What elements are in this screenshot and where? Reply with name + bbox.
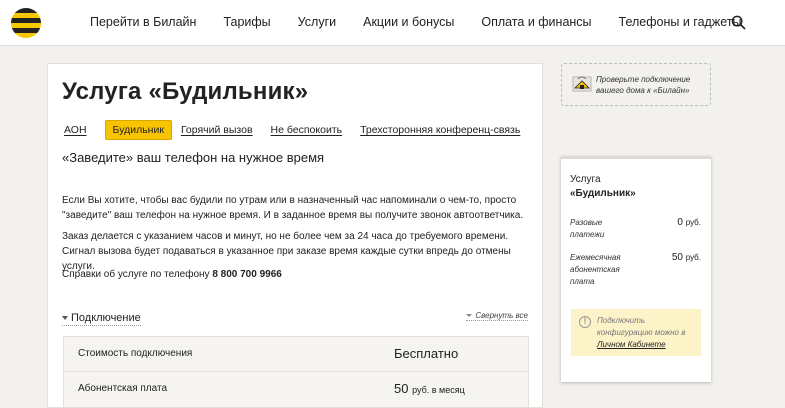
table-row: Абонентская плата 50 руб. в месяц <box>64 372 528 407</box>
check-connection-text: Проверьте подключение вашего дома к «Бил… <box>596 75 691 95</box>
personal-cabinet-link[interactable]: Личном Кабинете <box>597 339 685 351</box>
table-row: Стоимость подключения Бесплатно <box>64 337 528 372</box>
row-label-line: платежи <box>570 230 605 239</box>
summary-title-line2: «Будильник» <box>570 188 636 199</box>
pricing-value-number: Бесплатно <box>394 346 459 361</box>
summary-row-label: Разовые платежи <box>570 217 604 241</box>
nav-item-beeline[interactable]: Перейти в Билайн <box>90 15 196 29</box>
row-label-line: Разовые <box>570 218 603 227</box>
nav-item-promos[interactable]: Акции и бонусы <box>363 15 454 29</box>
tab-aon[interactable]: АОН <box>64 124 87 136</box>
row-value-number: 0 <box>677 217 683 228</box>
info-circle-icon: ! <box>579 316 591 328</box>
tab-alarm[interactable]: Будильник <box>104 120 172 140</box>
service-subtitle: «Заведите» ваш телефон на нужное время <box>62 150 325 165</box>
row-value-unit: руб. <box>685 253 701 262</box>
nav-item-phones[interactable]: Телефоны и гаджеты <box>619 15 742 29</box>
description-paragraph-1: Если Вы хотите, чтобы вас будили по утра… <box>62 195 524 221</box>
house-wifi-icon <box>572 76 592 92</box>
summary-row-value: 50 руб. <box>672 252 701 263</box>
nav-item-services[interactable]: Услуги <box>298 15 336 29</box>
cabinet-note-text: Подключить конфигурацию можно в Личном К… <box>597 315 685 351</box>
summary-title-line1: Услуга <box>570 174 601 185</box>
triangle-down-icon <box>466 314 473 318</box>
summary-card: Услуга «Будильник» Разовые платежи 0 руб… <box>561 156 711 382</box>
pricing-value: 50 руб. в месяц <box>394 381 465 396</box>
collapse-all-link[interactable]: Свернуть все <box>466 311 528 321</box>
triangle-down-icon <box>62 316 68 321</box>
check-connection-box[interactable]: Проверьте подключение вашего дома к «Бил… <box>561 63 711 106</box>
tab-conference[interactable]: Трехсторонняя конференц-связь <box>360 124 520 136</box>
cabinet-note: ! Подключить конфигурацию можно в Личном… <box>571 309 701 356</box>
service-tabs: АОН Будильник Горячий вызов Не беспокоит… <box>64 120 538 140</box>
row-value-number: 50 <box>671 252 683 263</box>
pricing-value-number: 50 <box>394 381 409 396</box>
nav-item-payment[interactable]: Оплата и финансы <box>481 15 591 29</box>
summary-row-value: 0 руб. <box>677 217 701 228</box>
service-card: Услуга «Будильник» АОН Будильник Горячий… <box>47 63 543 408</box>
tab-hot-call[interactable]: Горячий вызов <box>181 124 253 136</box>
pricing-table: Стоимость подключения Бесплатно Абонентс… <box>63 336 529 408</box>
help-phone-paragraph: Справки об услуге по телефону 8 800 700 … <box>62 267 532 282</box>
header: Перейти в Билайн Тарифы Услуги Акции и б… <box>0 0 785 46</box>
beeline-logo-icon[interactable] <box>11 8 41 38</box>
pricing-label: Стоимость подключения <box>78 348 193 359</box>
note-line: Подключить <box>597 316 646 325</box>
connection-section-toggle[interactable]: Подключение <box>62 312 141 326</box>
nav-item-tariffs[interactable]: Тарифы <box>223 15 270 29</box>
connection-label: Подключение <box>71 312 141 324</box>
row-value-unit: руб. <box>685 218 701 227</box>
help-phone-text: Справки об услуге по телефону <box>62 269 213 280</box>
tab-do-not-disturb[interactable]: Не беспокоить <box>271 124 343 136</box>
row-label-line: плата <box>570 277 595 286</box>
collapse-all-label: Свернуть все <box>475 311 528 320</box>
summary-title: Услуга «Будильник» <box>570 173 636 201</box>
help-phone-number: 8 800 700 9966 <box>212 269 282 280</box>
summary-row-label: Ежемесячная абонентская плата <box>570 252 621 288</box>
main-nav: Перейти в Билайн Тарифы Услуги Акции и б… <box>90 15 768 29</box>
search-icon[interactable] <box>731 15 746 30</box>
pricing-label: Абонентская плата <box>78 383 168 394</box>
pricing-value: Бесплатно <box>394 346 458 361</box>
page-title: Услуга «Будильник» <box>62 78 309 105</box>
row-label-line: Ежемесячная <box>570 253 621 262</box>
row-label-line: абонентская <box>570 265 620 274</box>
pricing-unit: руб. в месяц <box>412 385 465 395</box>
note-line: конфигурацию можно в <box>597 328 686 337</box>
